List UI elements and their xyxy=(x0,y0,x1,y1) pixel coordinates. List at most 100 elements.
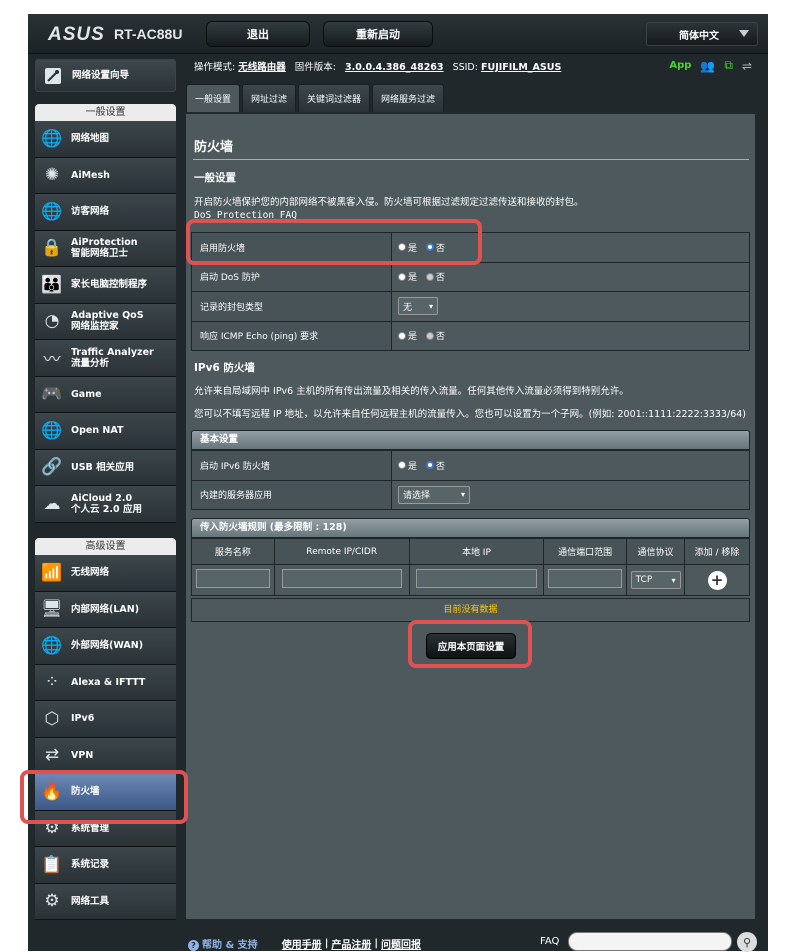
gauge-icon: ◔ xyxy=(44,311,60,332)
sidebar-item-parental-controls[interactable]: 👪 家长电脑控制程序 xyxy=(35,267,176,304)
firmware-version-link[interactable]: 3.0.0.4.386_48263 xyxy=(345,62,444,73)
app-link[interactable]: App xyxy=(669,60,691,71)
remote-ip-input[interactable] xyxy=(281,569,402,588)
sidebar-item-alexa-ifttt[interactable]: ⁘ Alexa & IFTTT xyxy=(35,664,176,701)
top-bar: ASUS RT-AC88U 退出 重新启动 简体中文 xyxy=(28,14,768,54)
quick-setup-button[interactable]: 网络设置向导 xyxy=(35,59,176,92)
row-icmp: 响应 ICMP Echo (ping) 要求 是 否 xyxy=(191,320,750,351)
inbound-rules-table: 服务名称 Remote IP/CIDR 本地 IP 通信端口范围 通信协议 添加… xyxy=(191,538,750,596)
tab-general[interactable]: 一般设置 xyxy=(186,84,241,112)
tab-keyword-filter[interactable]: 关键词过滤器 xyxy=(298,84,371,112)
general-section-title: 一般设置 xyxy=(194,172,236,184)
search-icon[interactable]: ⚲ xyxy=(737,932,757,952)
ipv6-settings-table: 启动 IPv6 防火墙 是 否 内建的服务器应用 请选择 ▾ xyxy=(191,450,750,510)
footer-links: ? 帮助 & 支持 使用手册 | 产品注册 | 问题回报 xyxy=(188,936,421,951)
basic-settings-bar: 基本设置 xyxy=(191,430,750,450)
dots-icon: ⁘ xyxy=(44,672,60,693)
sidebar-item-guest-network[interactable]: 🌐 访客网络 xyxy=(35,194,176,231)
asus-logo: ASUS xyxy=(48,24,105,45)
usb-status-icon[interactable]: ⇌ xyxy=(742,59,752,73)
wan-globe-icon: 🌐 xyxy=(41,635,63,656)
lock-icon: 🔒 xyxy=(41,238,63,259)
monitor-icon: 🖥 xyxy=(41,599,63,620)
icmp-no[interactable]: 否 xyxy=(425,329,445,342)
enable-dos-no[interactable]: 否 xyxy=(425,270,445,283)
sidebar-item-usb-apps[interactable]: 🔗 USB 相关应用 xyxy=(35,449,176,486)
sidebar-item-lan[interactable]: 🖥 内部网络(LAN) xyxy=(35,591,176,628)
sidebar-item-adaptive-qos[interactable]: ◔ Adaptive QoS 网络监控家 xyxy=(35,303,176,340)
sidebar-item-network-tools[interactable]: ⚙ 网络工具 xyxy=(35,883,176,920)
language-value: 简体中文 xyxy=(679,30,719,42)
question-icon: ? xyxy=(188,940,199,951)
add-rule-button[interactable]: + xyxy=(707,570,727,590)
icmp-yes[interactable]: 是 xyxy=(398,329,417,342)
sidebar-item-vpn[interactable]: ⇄ VPN xyxy=(35,737,176,774)
faq-label: FAQ xyxy=(540,936,560,947)
rules-header-row: 服务名称 Remote IP/CIDR 本地 IP 通信端口范围 通信协议 添加… xyxy=(191,538,750,565)
ssid-link[interactable]: FUJIFILM_ASUS xyxy=(481,62,561,73)
status-icons: App 👥 ⧉ ⇌ xyxy=(669,58,752,73)
reboot-button[interactable]: 重新启动 xyxy=(323,21,433,47)
sidebar-item-ipv6[interactable]: ⬡ IPv6 xyxy=(35,701,176,738)
usb-icon: 🔗 xyxy=(41,457,63,478)
local-ip-input[interactable] xyxy=(416,569,537,588)
sidebar-item-aiprotection[interactable]: 🔒 AiProtection 智能网络卫士 xyxy=(35,230,176,267)
logout-button[interactable]: 退出 xyxy=(206,21,310,47)
port-range-input[interactable] xyxy=(548,569,622,588)
cloud-icon: ☁ xyxy=(43,493,61,514)
feedback-link[interactable]: 问题回报 xyxy=(381,936,421,951)
sidebar-item-aimesh[interactable]: ✺ AiMesh xyxy=(35,157,176,194)
ipv6-firewall-no[interactable]: 否 xyxy=(425,459,445,472)
log-type-select[interactable]: 无 ▾ xyxy=(398,297,438,316)
page-title: 防火墙 xyxy=(194,140,234,155)
tools-icon: ⚙ xyxy=(44,891,60,912)
mesh-icon: ✺ xyxy=(44,165,60,186)
sidebar-item-aicloud[interactable]: ☁ AiCloud 2.0 个人云 2.0 应用 xyxy=(35,486,176,523)
sidebar-item-game[interactable]: 🎮 Game xyxy=(35,376,176,413)
family-icon: 👪 xyxy=(41,274,63,295)
row-enable-dos: 启动 DoS 防护 是 否 xyxy=(191,261,750,292)
guest-globe-icon: 🌐 xyxy=(41,201,63,222)
sub-tabs: 一般设置 网址过滤 关键词过滤器 网络服务过滤 xyxy=(186,84,445,112)
tab-url-filter[interactable]: 网址过滤 xyxy=(242,84,297,112)
ipv6-firewall-yes[interactable]: 是 xyxy=(398,459,417,472)
sidebar-item-system-log[interactable]: 📋 系统记录 xyxy=(35,847,176,884)
row-log-type: 记录的封包类型 无 ▾ xyxy=(191,291,750,322)
sidebar-item-network-map[interactable]: 🌐 网络地图 xyxy=(35,121,176,158)
row-builtin-apps: 内建的服务器应用 请选择 ▾ xyxy=(191,479,750,510)
vpn-icon: ⇄ xyxy=(44,745,60,766)
manual-link[interactable]: 使用手册 xyxy=(282,936,322,951)
tab-network-services-filter[interactable]: 网络服务过滤 xyxy=(372,84,445,112)
chevron-down-icon: ▾ xyxy=(671,575,676,585)
service-name-input[interactable] xyxy=(196,569,270,588)
no-data-message: 目前没有数据 xyxy=(191,598,750,622)
builtin-apps-select[interactable]: 请选择 ▾ xyxy=(398,485,470,504)
internet-status-icon[interactable]: ⧉ xyxy=(724,58,733,73)
language-select[interactable]: 简体中文 xyxy=(646,22,758,46)
sidebar-item-wan[interactable]: 🌐 外部网络(WAN) xyxy=(35,628,176,665)
ipv6-icon: ⬡ xyxy=(44,708,60,729)
wifi-icon: 📶 xyxy=(41,562,63,583)
clients-icon[interactable]: 👥 xyxy=(700,59,715,73)
register-link[interactable]: 产品注册 xyxy=(331,936,371,951)
sidebar-item-open-nat[interactable]: 🌐 Open NAT xyxy=(35,413,176,450)
general-description: 开启防火墙保护您的内部网络不被黑客入侵。防火墙可根据过滤规定过滤传送和接收的封包… xyxy=(194,197,584,208)
highlight-enable-firewall xyxy=(186,219,482,265)
highlight-apply-button xyxy=(408,620,532,668)
wand-icon xyxy=(40,63,66,89)
status-line: 操作模式: 无线路由器 固件版本: 3.0.0.4.386_48263 SSID… xyxy=(194,62,562,73)
operation-mode-link[interactable]: 无线路由器 xyxy=(238,62,286,73)
chevron-down-icon xyxy=(739,30,749,37)
enable-dos-yes[interactable]: 是 xyxy=(398,270,417,283)
log-icon: 📋 xyxy=(41,854,63,875)
inbound-rules-bar: 传入防火墙规则 (最多限制 : 128) xyxy=(191,518,750,538)
divider xyxy=(193,159,749,160)
help-support-link[interactable]: ? 帮助 & 支持 xyxy=(188,936,258,951)
protocol-select[interactable]: TCP ▾ xyxy=(630,571,681,589)
quick-setup-label: 网络设置向导 xyxy=(72,70,130,81)
nat-globe-icon: 🌐 xyxy=(41,420,63,441)
faq-search-input[interactable] xyxy=(568,932,732,951)
nav-general-group: 一般设置 🌐 网络地图 ✺ AiMesh 🌐 访客网络 🔒 AiProtection 智能… xyxy=(35,104,176,523)
sidebar-item-traffic-analyzer[interactable]: 〰 Traffic Analyzer 流量分析 xyxy=(35,340,176,377)
sidebar-item-wireless[interactable]: 📶 无线网络 xyxy=(35,555,176,592)
